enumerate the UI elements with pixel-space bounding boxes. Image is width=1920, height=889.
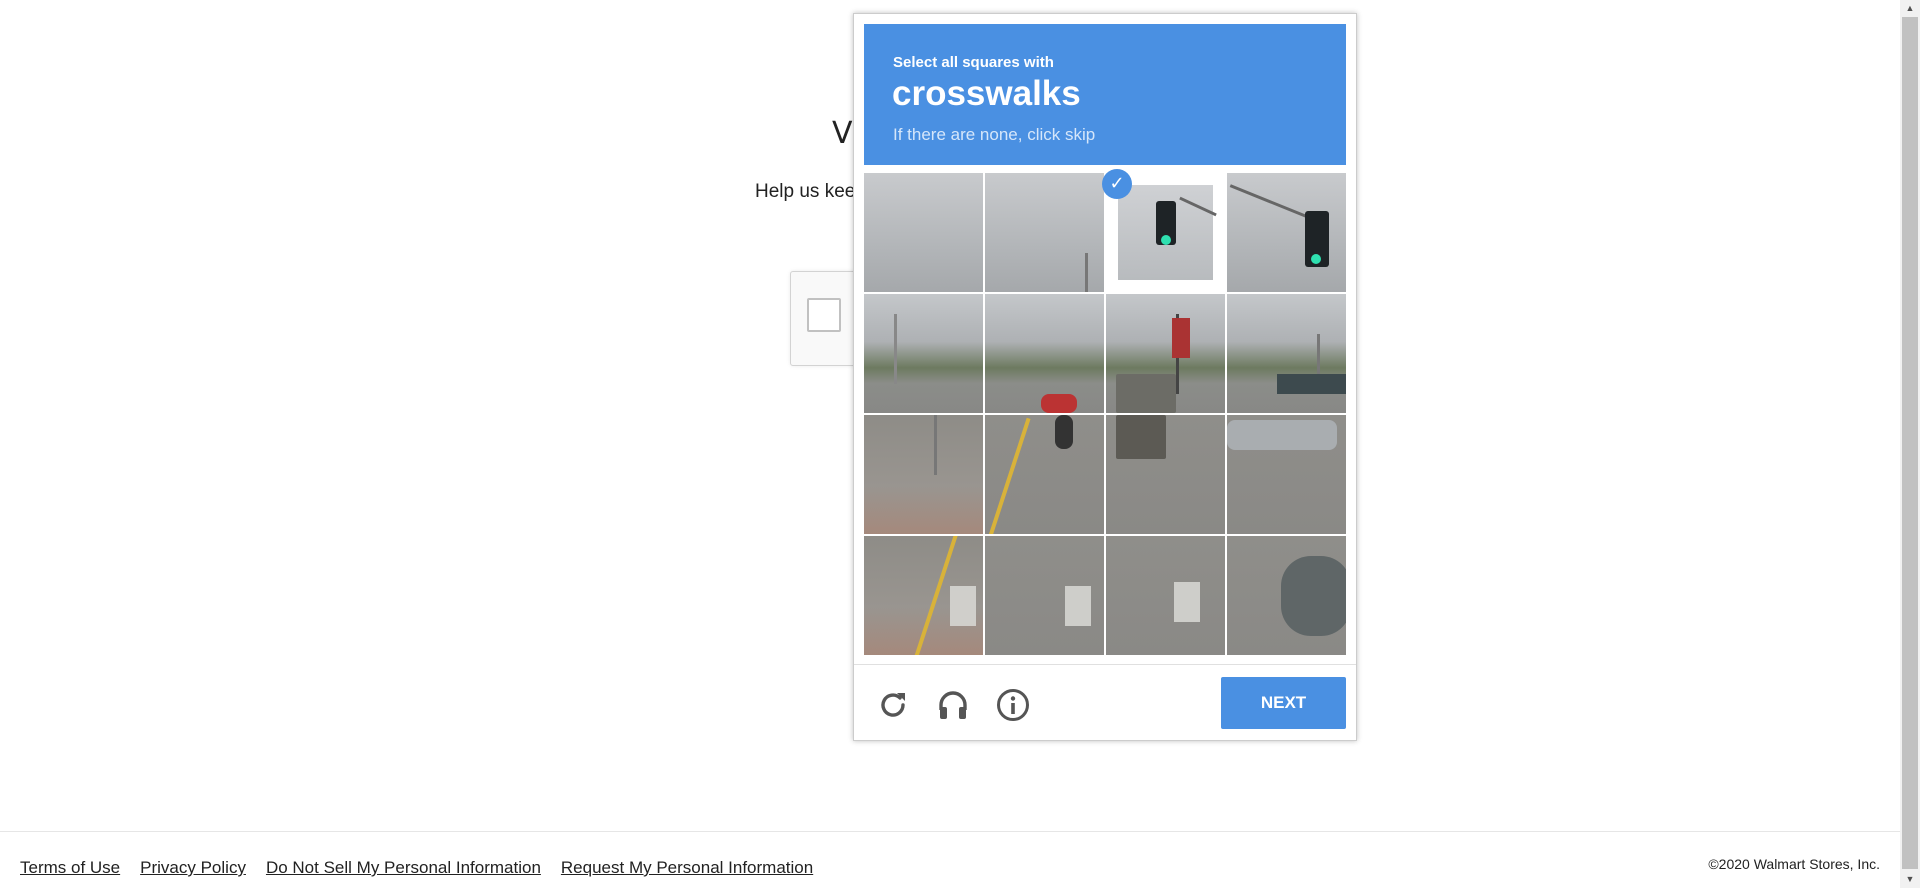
info-icon[interactable] — [996, 688, 1030, 722]
captcha-tile-1[interactable] — [864, 173, 983, 292]
footer-links: Terms of Use Privacy Policy Do Not Sell … — [20, 858, 833, 878]
next-button[interactable]: NEXT — [1221, 677, 1346, 729]
copyright-text: ©2020 Walmart Stores, Inc. — [1708, 856, 1880, 872]
scroll-up-arrow-icon[interactable]: ▲ — [1900, 0, 1920, 17]
captcha-instruction: Select all squares with — [893, 54, 1054, 71]
captcha-tile-3[interactable]: ✓ — [1102, 169, 1225, 292]
captcha-header: Select all squares with crosswalks If th… — [864, 24, 1346, 165]
captcha-footer: NEXT — [854, 664, 1356, 741]
site-footer: Terms of Use Privacy Policy Do Not Sell … — [0, 831, 1900, 889]
audio-icon[interactable] — [936, 688, 970, 722]
footer-link-terms[interactable]: Terms of Use — [20, 858, 120, 878]
captcha-checkbox[interactable] — [807, 298, 841, 332]
captcha-target: crosswalks — [892, 74, 1081, 113]
captcha-grid: ✓ — [864, 169, 1348, 657]
check-icon: ✓ — [1102, 169, 1132, 199]
captcha-tile-2[interactable] — [985, 173, 1104, 292]
footer-link-do-not-sell[interactable]: Do Not Sell My Personal Information — [266, 858, 541, 878]
captcha-tile-10[interactable] — [985, 415, 1104, 534]
captcha-tile-7[interactable] — [1106, 294, 1225, 413]
captcha-tile-6[interactable] — [985, 294, 1104, 413]
captcha-tile-15[interactable] — [1106, 536, 1225, 655]
page-title: V — [832, 116, 853, 151]
captcha-tile-12[interactable] — [1227, 415, 1346, 534]
vertical-scrollbar[interactable]: ▲ ▼ — [1900, 0, 1920, 888]
reload-icon[interactable] — [876, 688, 910, 722]
captcha-tile-14[interactable] — [985, 536, 1104, 655]
scroll-thumb[interactable] — [1902, 17, 1918, 869]
scroll-down-arrow-icon[interactable]: ▼ — [1900, 871, 1920, 888]
captcha-tile-4[interactable] — [1227, 173, 1346, 292]
captcha-tile-13[interactable] — [864, 536, 983, 655]
captcha-tile-8[interactable] — [1227, 294, 1346, 413]
footer-link-privacy[interactable]: Privacy Policy — [140, 858, 246, 878]
captcha-hint: If there are none, click skip — [893, 125, 1096, 144]
page-help-text: Help us kee — [755, 181, 856, 202]
footer-link-request-info[interactable]: Request My Personal Information — [561, 858, 813, 878]
traffic-light-image — [1118, 185, 1217, 280]
captcha-tile-11[interactable] — [1106, 415, 1225, 534]
captcha-tile-9[interactable] — [864, 415, 983, 534]
captcha-tile-16[interactable] — [1227, 536, 1346, 655]
captcha-tile-5[interactable] — [864, 294, 983, 413]
captcha-challenge: Select all squares with crosswalks If th… — [853, 13, 1357, 741]
